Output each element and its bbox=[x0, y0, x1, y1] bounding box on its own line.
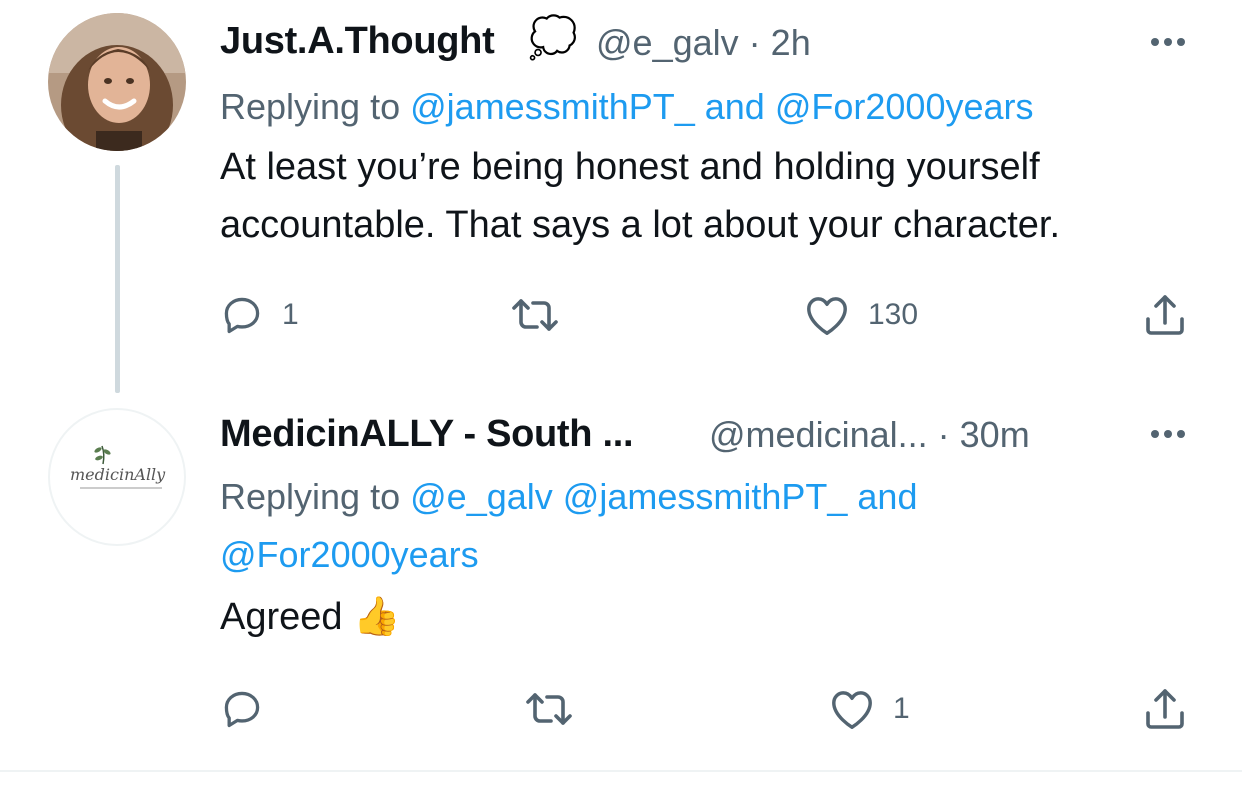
replying-to: Replying to @jamessmithPT_ and @For2000y… bbox=[220, 78, 1034, 136]
handle-text[interactable]: @medicinal... bbox=[709, 414, 928, 455]
like-button[interactable]: 130 bbox=[804, 293, 918, 337]
avatar-medicinally[interactable]: medicinAlly bbox=[48, 408, 186, 546]
retweet-icon bbox=[512, 299, 558, 331]
tweet-divider bbox=[0, 770, 1242, 772]
share-button[interactable] bbox=[1141, 685, 1189, 733]
display-name[interactable]: MedicinALLY - South ... bbox=[220, 413, 634, 456]
and-link[interactable]: and bbox=[857, 476, 917, 517]
mention-link[interactable]: @jamessmithPT_ bbox=[410, 86, 695, 127]
reply-count: 1 bbox=[282, 298, 299, 331]
and-link[interactable]: and bbox=[705, 86, 765, 127]
logo-wordmark: medicinAlly bbox=[70, 465, 166, 484]
handle[interactable]: @e_galv · 2h bbox=[596, 22, 811, 64]
like-count: 1 bbox=[893, 692, 910, 725]
thumbs-up-emoji: 👍 bbox=[353, 596, 401, 638]
replying-to: Replying to @e_galv @jamessmithPT_ and @… bbox=[220, 468, 917, 584]
share-icon bbox=[1146, 295, 1184, 335]
timestamp[interactable]: 2h bbox=[771, 22, 811, 63]
meta-separator: · bbox=[937, 414, 950, 455]
tweet-text: At least you’re being honest and holding… bbox=[220, 138, 1060, 254]
replying-prefix: Replying to bbox=[220, 476, 401, 517]
retweet-icon bbox=[526, 693, 572, 725]
meta-separator: · bbox=[748, 22, 761, 63]
reply-button[interactable] bbox=[220, 687, 282, 731]
thread-connector-line bbox=[115, 165, 120, 393]
tweet-text-content: Agreed bbox=[220, 596, 343, 638]
reply-icon bbox=[224, 691, 260, 728]
reply-button[interactable]: 1 bbox=[220, 293, 299, 337]
more-options-icon[interactable] bbox=[1151, 38, 1185, 46]
display-name[interactable]: Just.A.Thought bbox=[220, 20, 495, 63]
mention-link[interactable]: @e_galv bbox=[410, 476, 553, 517]
thought-balloon-emoji: 💭 bbox=[528, 16, 578, 60]
share-button[interactable] bbox=[1141, 291, 1189, 339]
retweet-button[interactable] bbox=[511, 295, 577, 335]
like-count: 130 bbox=[868, 298, 919, 331]
more-options-icon[interactable] bbox=[1151, 430, 1185, 438]
retweet-button[interactable] bbox=[525, 689, 591, 729]
avatar-just-a-thought[interactable] bbox=[48, 13, 186, 151]
handle[interactable]: @medicinal... · 30m bbox=[709, 414, 1030, 456]
tweet-text-line: At least you’re being honest and holding… bbox=[220, 146, 1040, 188]
replying-prefix: Replying to bbox=[220, 86, 401, 127]
share-icon bbox=[1146, 689, 1184, 729]
mention-link[interactable]: @jamessmithPT_ bbox=[563, 476, 848, 517]
heart-icon bbox=[832, 691, 872, 729]
timestamp[interactable]: 30m bbox=[960, 414, 1030, 455]
mention-link[interactable]: @For2000years bbox=[775, 86, 1034, 127]
heart-icon bbox=[807, 297, 847, 335]
tweet-text: Agreed 👍 bbox=[220, 588, 400, 646]
medicinally-logo: medicinAlly bbox=[70, 445, 166, 489]
reply-icon bbox=[224, 297, 260, 334]
tweet-text-line: accountable. That says a lot about your … bbox=[220, 204, 1061, 246]
handle-text[interactable]: @e_galv bbox=[596, 22, 739, 63]
mention-link[interactable]: @For2000years bbox=[220, 534, 479, 575]
profile-photo bbox=[48, 13, 186, 151]
like-button[interactable]: 1 bbox=[829, 687, 910, 731]
